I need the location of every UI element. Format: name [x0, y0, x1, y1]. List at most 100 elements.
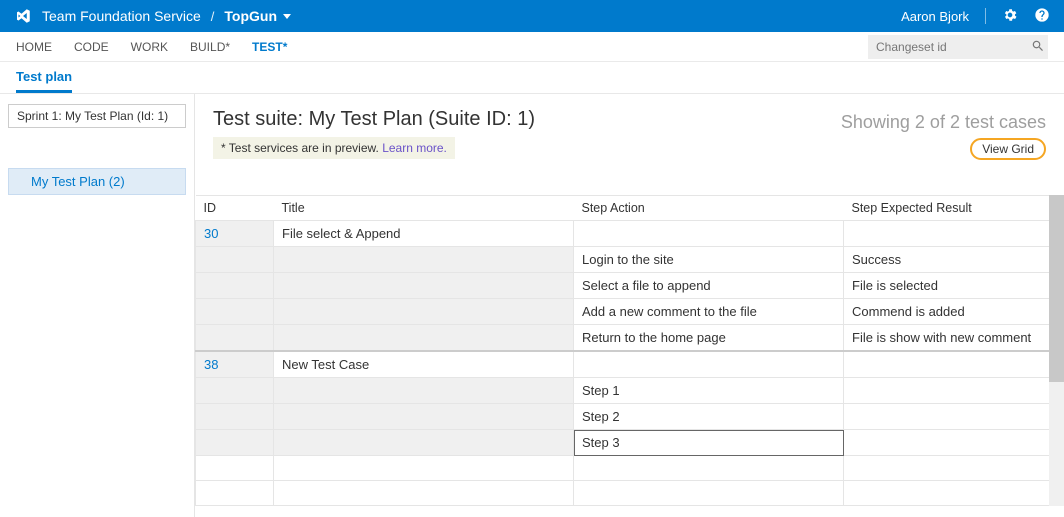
grid-cell[interactable]: Commend is added	[844, 299, 1064, 325]
divider	[985, 8, 986, 24]
nav-home[interactable]: HOME	[16, 40, 52, 61]
grid-cell[interactable]: 38	[196, 351, 274, 378]
view-value: Grid	[1011, 142, 1034, 156]
nav-code[interactable]: CODE	[74, 40, 109, 61]
sub-nav: Test plan	[0, 62, 1064, 94]
grid-cell[interactable]: Step 3	[574, 430, 844, 456]
grid-cell[interactable]	[196, 247, 274, 273]
grid-cell[interactable]	[574, 456, 844, 481]
body: Sprint 1: My Test Plan (Id: 1) My Test P…	[0, 94, 1064, 517]
project-dropdown[interactable]: TopGun	[224, 8, 291, 24]
grid-cell[interactable]	[196, 404, 274, 430]
table-row[interactable]: Login to the siteSuccess	[196, 247, 1064, 273]
sidebar: Sprint 1: My Test Plan (Id: 1) My Test P…	[0, 94, 195, 517]
grid-cell[interactable]: 30	[196, 221, 274, 247]
grid-cell[interactable]	[844, 221, 1064, 247]
table-row[interactable]: Step 2	[196, 404, 1064, 430]
grid-cell[interactable]	[274, 299, 574, 325]
gear-icon[interactable]	[1002, 7, 1018, 26]
table-row[interactable]: Return to the home pageFile is show with…	[196, 325, 1064, 352]
plan-tree: My Test Plan (2)	[8, 168, 186, 195]
preview-text: * Test services are in preview.	[221, 141, 382, 155]
grid-cell[interactable]	[844, 351, 1064, 378]
view-toggle[interactable]: View Grid	[970, 138, 1046, 160]
grid-cell[interactable]	[844, 456, 1064, 481]
plan-tree-item[interactable]: My Test Plan (2)	[8, 168, 186, 195]
scrollbar-thumb[interactable]	[1049, 195, 1064, 382]
grid-cell[interactable]	[274, 430, 574, 456]
grid-cell[interactable]	[844, 430, 1064, 456]
preview-message: * Test services are in preview. Learn mo…	[213, 137, 455, 159]
grid-cell[interactable]	[274, 456, 574, 481]
table-row[interactable]: 30File select & Append	[196, 221, 1064, 247]
grid-cell[interactable]: File is show with new comment	[844, 325, 1064, 352]
grid-cell[interactable]	[196, 299, 274, 325]
grid-table: ID Title Step Action Step Expected Resul…	[195, 195, 1064, 506]
subnav-testplan[interactable]: Test plan	[16, 69, 72, 93]
grid-cell[interactable]: Select a file to append	[574, 273, 844, 299]
table-row[interactable]: 38New Test Case	[196, 351, 1064, 378]
changeset-input[interactable]	[876, 40, 1031, 54]
help-icon[interactable]	[1034, 7, 1050, 26]
content: Test suite: My Test Plan (Suite ID: 1) *…	[195, 94, 1064, 517]
col-header-title[interactable]: Title	[274, 196, 574, 221]
view-label: View	[982, 142, 1008, 156]
hub-nav: HOME CODE WORK BUILD* TEST*	[0, 32, 1064, 62]
table-row[interactable]: Step 1	[196, 378, 1064, 404]
topbar-right: Aaron Bjork	[901, 7, 1050, 26]
grid-cell[interactable]: Success	[844, 247, 1064, 273]
col-header-expected[interactable]: Step Expected Result	[844, 196, 1064, 221]
grid-cell[interactable]: File select & Append	[274, 221, 574, 247]
grid-cell[interactable]	[196, 481, 274, 506]
grid-cell[interactable]	[844, 404, 1064, 430]
vs-logo-icon[interactable]	[14, 7, 32, 25]
grid-cell[interactable]: Add a new comment to the file	[574, 299, 844, 325]
grid-cell[interactable]: Login to the site	[574, 247, 844, 273]
grid-cell[interactable]: Step 1	[574, 378, 844, 404]
table-row[interactable]	[196, 456, 1064, 481]
grid-cell[interactable]	[196, 325, 274, 352]
content-header: Test suite: My Test Plan (Suite ID: 1) *…	[195, 94, 1064, 165]
nav-build[interactable]: BUILD*	[190, 40, 230, 61]
grid-cell[interactable]: Step 2	[574, 404, 844, 430]
col-header-action[interactable]: Step Action	[574, 196, 844, 221]
table-row[interactable]: Select a file to appendFile is selected	[196, 273, 1064, 299]
grid-header-row: ID Title Step Action Step Expected Resul…	[196, 196, 1064, 221]
table-row[interactable]: Add a new comment to the fileCommend is …	[196, 299, 1064, 325]
grid-cell[interactable]	[274, 378, 574, 404]
grid-cell[interactable]	[196, 430, 274, 456]
table-row[interactable]: Step 3	[196, 430, 1064, 456]
grid-cell[interactable]	[196, 456, 274, 481]
grid-cell[interactable]	[274, 273, 574, 299]
project-name: TopGun	[224, 8, 277, 24]
nav-test[interactable]: TEST*	[252, 40, 287, 61]
breadcrumb-separator: /	[211, 9, 215, 24]
grid-cell[interactable]: File is selected	[844, 273, 1064, 299]
service-name[interactable]: Team Foundation Service	[42, 8, 201, 24]
grid-cell[interactable]	[274, 404, 574, 430]
grid-cell[interactable]	[196, 273, 274, 299]
vertical-scrollbar[interactable]	[1049, 195, 1064, 506]
table-row[interactable]	[196, 481, 1064, 506]
grid-cell[interactable]	[574, 221, 844, 247]
grid-cell[interactable]	[574, 351, 844, 378]
grid-cell[interactable]: New Test Case	[274, 351, 574, 378]
search-icon[interactable]	[1031, 39, 1045, 56]
grid-cell[interactable]	[274, 481, 574, 506]
topbar-left: Team Foundation Service / TopGun	[14, 7, 291, 25]
grid-cell[interactable]	[274, 325, 574, 352]
nav-work[interactable]: WORK	[131, 40, 168, 61]
col-header-id[interactable]: ID	[196, 196, 274, 221]
grid-cell[interactable]	[274, 247, 574, 273]
grid-cell[interactable]: Return to the home page	[574, 325, 844, 352]
test-case-grid: ID Title Step Action Step Expected Resul…	[195, 195, 1064, 506]
showing-count: Showing 2 of 2 test cases	[841, 112, 1046, 133]
grid-cell[interactable]	[574, 481, 844, 506]
learn-more-link[interactable]: Learn more.	[382, 141, 447, 155]
user-name[interactable]: Aaron Bjork	[901, 9, 969, 24]
grid-cell[interactable]	[196, 378, 274, 404]
plan-selector[interactable]: Sprint 1: My Test Plan (Id: 1)	[8, 104, 186, 128]
grid-cell[interactable]	[844, 378, 1064, 404]
changeset-search[interactable]	[868, 35, 1048, 59]
grid-cell[interactable]	[844, 481, 1064, 506]
